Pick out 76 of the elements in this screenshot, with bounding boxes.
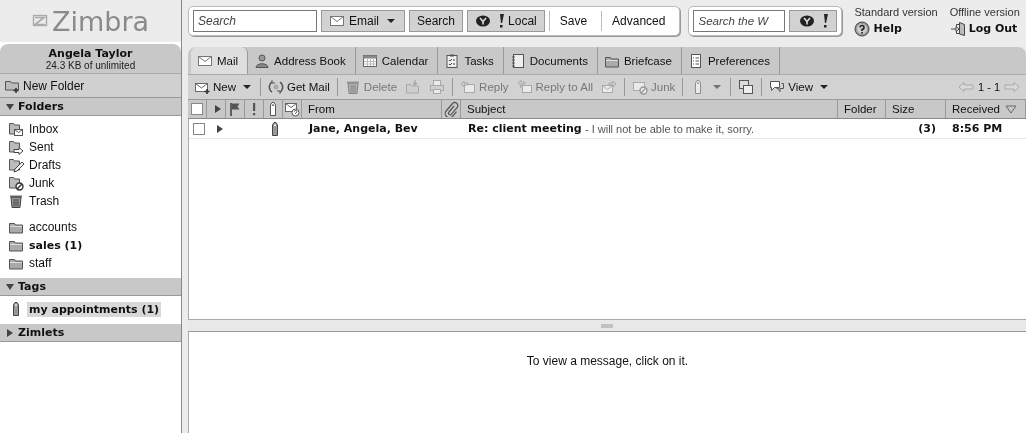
folder-item[interactable]: accounts [27, 219, 80, 235]
inbox-folder-icon [8, 121, 24, 137]
column-header[interactable]: Folder [838, 100, 886, 118]
speech-bubbles-icon [769, 79, 786, 95]
column-header[interactable]: From [302, 100, 442, 118]
zimbra-logo: Zimbra [51, 5, 150, 37]
section-header[interactable]: Tags [0, 278, 181, 296]
reading-pane-message: To view a message, click on it. [526, 354, 689, 368]
save-search-button[interactable]: Save [548, 11, 598, 31]
column-header[interactable]: Subject [461, 100, 838, 118]
message-status-icon [284, 101, 300, 117]
toolbar-button[interactable]: View [765, 76, 835, 98]
reply-all-icon [516, 79, 533, 95]
drafts-folder-icon [8, 157, 24, 173]
section-header[interactable]: Zimlets [0, 324, 181, 342]
junk-folder-icon [8, 175, 24, 191]
new-folder-button[interactable]: New Folder [0, 73, 181, 98]
column-header[interactable]: Size [886, 100, 946, 118]
folder-item[interactable]: Inbox [27, 121, 61, 137]
column-header[interactable]: Received [946, 100, 1026, 118]
exclamation-icon [252, 101, 256, 117]
web-search-button[interactable] [789, 10, 838, 32]
folder-item[interactable]: Sent [27, 139, 56, 155]
log-out-link[interactable]: Log Out [949, 20, 1020, 37]
left-arrow-icon [958, 79, 974, 95]
message-preview: - I will not be able to make it, sorry. [584, 122, 755, 135]
windows-icon [738, 79, 755, 95]
offline-version-link[interactable]: Offline version [949, 5, 1020, 18]
pane-splitter[interactable] [188, 319, 1026, 332]
search-field[interactable]: Search [193, 10, 317, 32]
local-search-button[interactable]: Local [467, 10, 545, 32]
section-header[interactable]: Folders [0, 98, 181, 116]
door-icon [949, 20, 966, 37]
web-search-field[interactable]: Search the W [693, 10, 786, 32]
paperclip-icon [443, 101, 459, 117]
help-icon [854, 20, 871, 37]
help-link[interactable]: Help [854, 20, 938, 37]
envelope-icon [329, 13, 345, 29]
search-type-dropdown[interactable]: Email [321, 10, 405, 32]
grip-icon [601, 322, 613, 329]
received-time: 8:56 PM [952, 122, 1003, 135]
advanced-search-button[interactable]: Advanced [601, 11, 676, 31]
conversation-count: (3) [918, 122, 936, 135]
sender-text: Jane, Angela, Bev [309, 122, 418, 135]
standard-version-link[interactable]: Standard version [854, 5, 938, 18]
toolbar-button[interactable]: New [190, 76, 257, 98]
page-range: 1 - 1 [978, 81, 1000, 93]
folder-item[interactable]: staff [27, 255, 54, 271]
printer-icon [429, 79, 446, 95]
right-arrow-icon [1004, 79, 1020, 95]
message-row[interactable]: Jane, Angela, Bev Re: client meeting - I will not be able to make it, sorry. (3) 8:56 PM [189, 119, 1026, 139]
folder-item[interactable]: Drafts [27, 157, 63, 173]
quota-text: 24.3 KB of unlimited [45, 59, 136, 71]
account-name: Angela Taylor [48, 46, 133, 60]
circle-logo-icon [475, 13, 492, 29]
folder-item[interactable]: Trash [27, 193, 62, 209]
subject-text: Re: client meeting [468, 122, 582, 135]
calendar-icon [361, 52, 378, 69]
toolbar-button[interactable]: Get Mail [264, 76, 334, 98]
trash-icon [8, 193, 24, 209]
sent-folder-icon [8, 139, 24, 155]
search-button[interactable]: Search [409, 10, 464, 32]
junk-icon [632, 79, 649, 95]
clipboard-icon [444, 52, 461, 69]
reply-icon [460, 79, 477, 95]
folder-item[interactable]: Junk [27, 175, 57, 191]
move-folder-icon [405, 79, 422, 95]
folder-item[interactable]: sales (1) [27, 237, 85, 253]
trash-icon [344, 79, 361, 95]
notebook-icon [509, 52, 526, 69]
circle-logo-icon [798, 13, 815, 29]
person-icon [254, 52, 271, 69]
tag-item[interactable]: my appointments (1) [27, 301, 162, 317]
refresh-icon [268, 79, 284, 95]
app-tab[interactable]: Mail [191, 47, 249, 74]
forward-icon [601, 79, 618, 95]
